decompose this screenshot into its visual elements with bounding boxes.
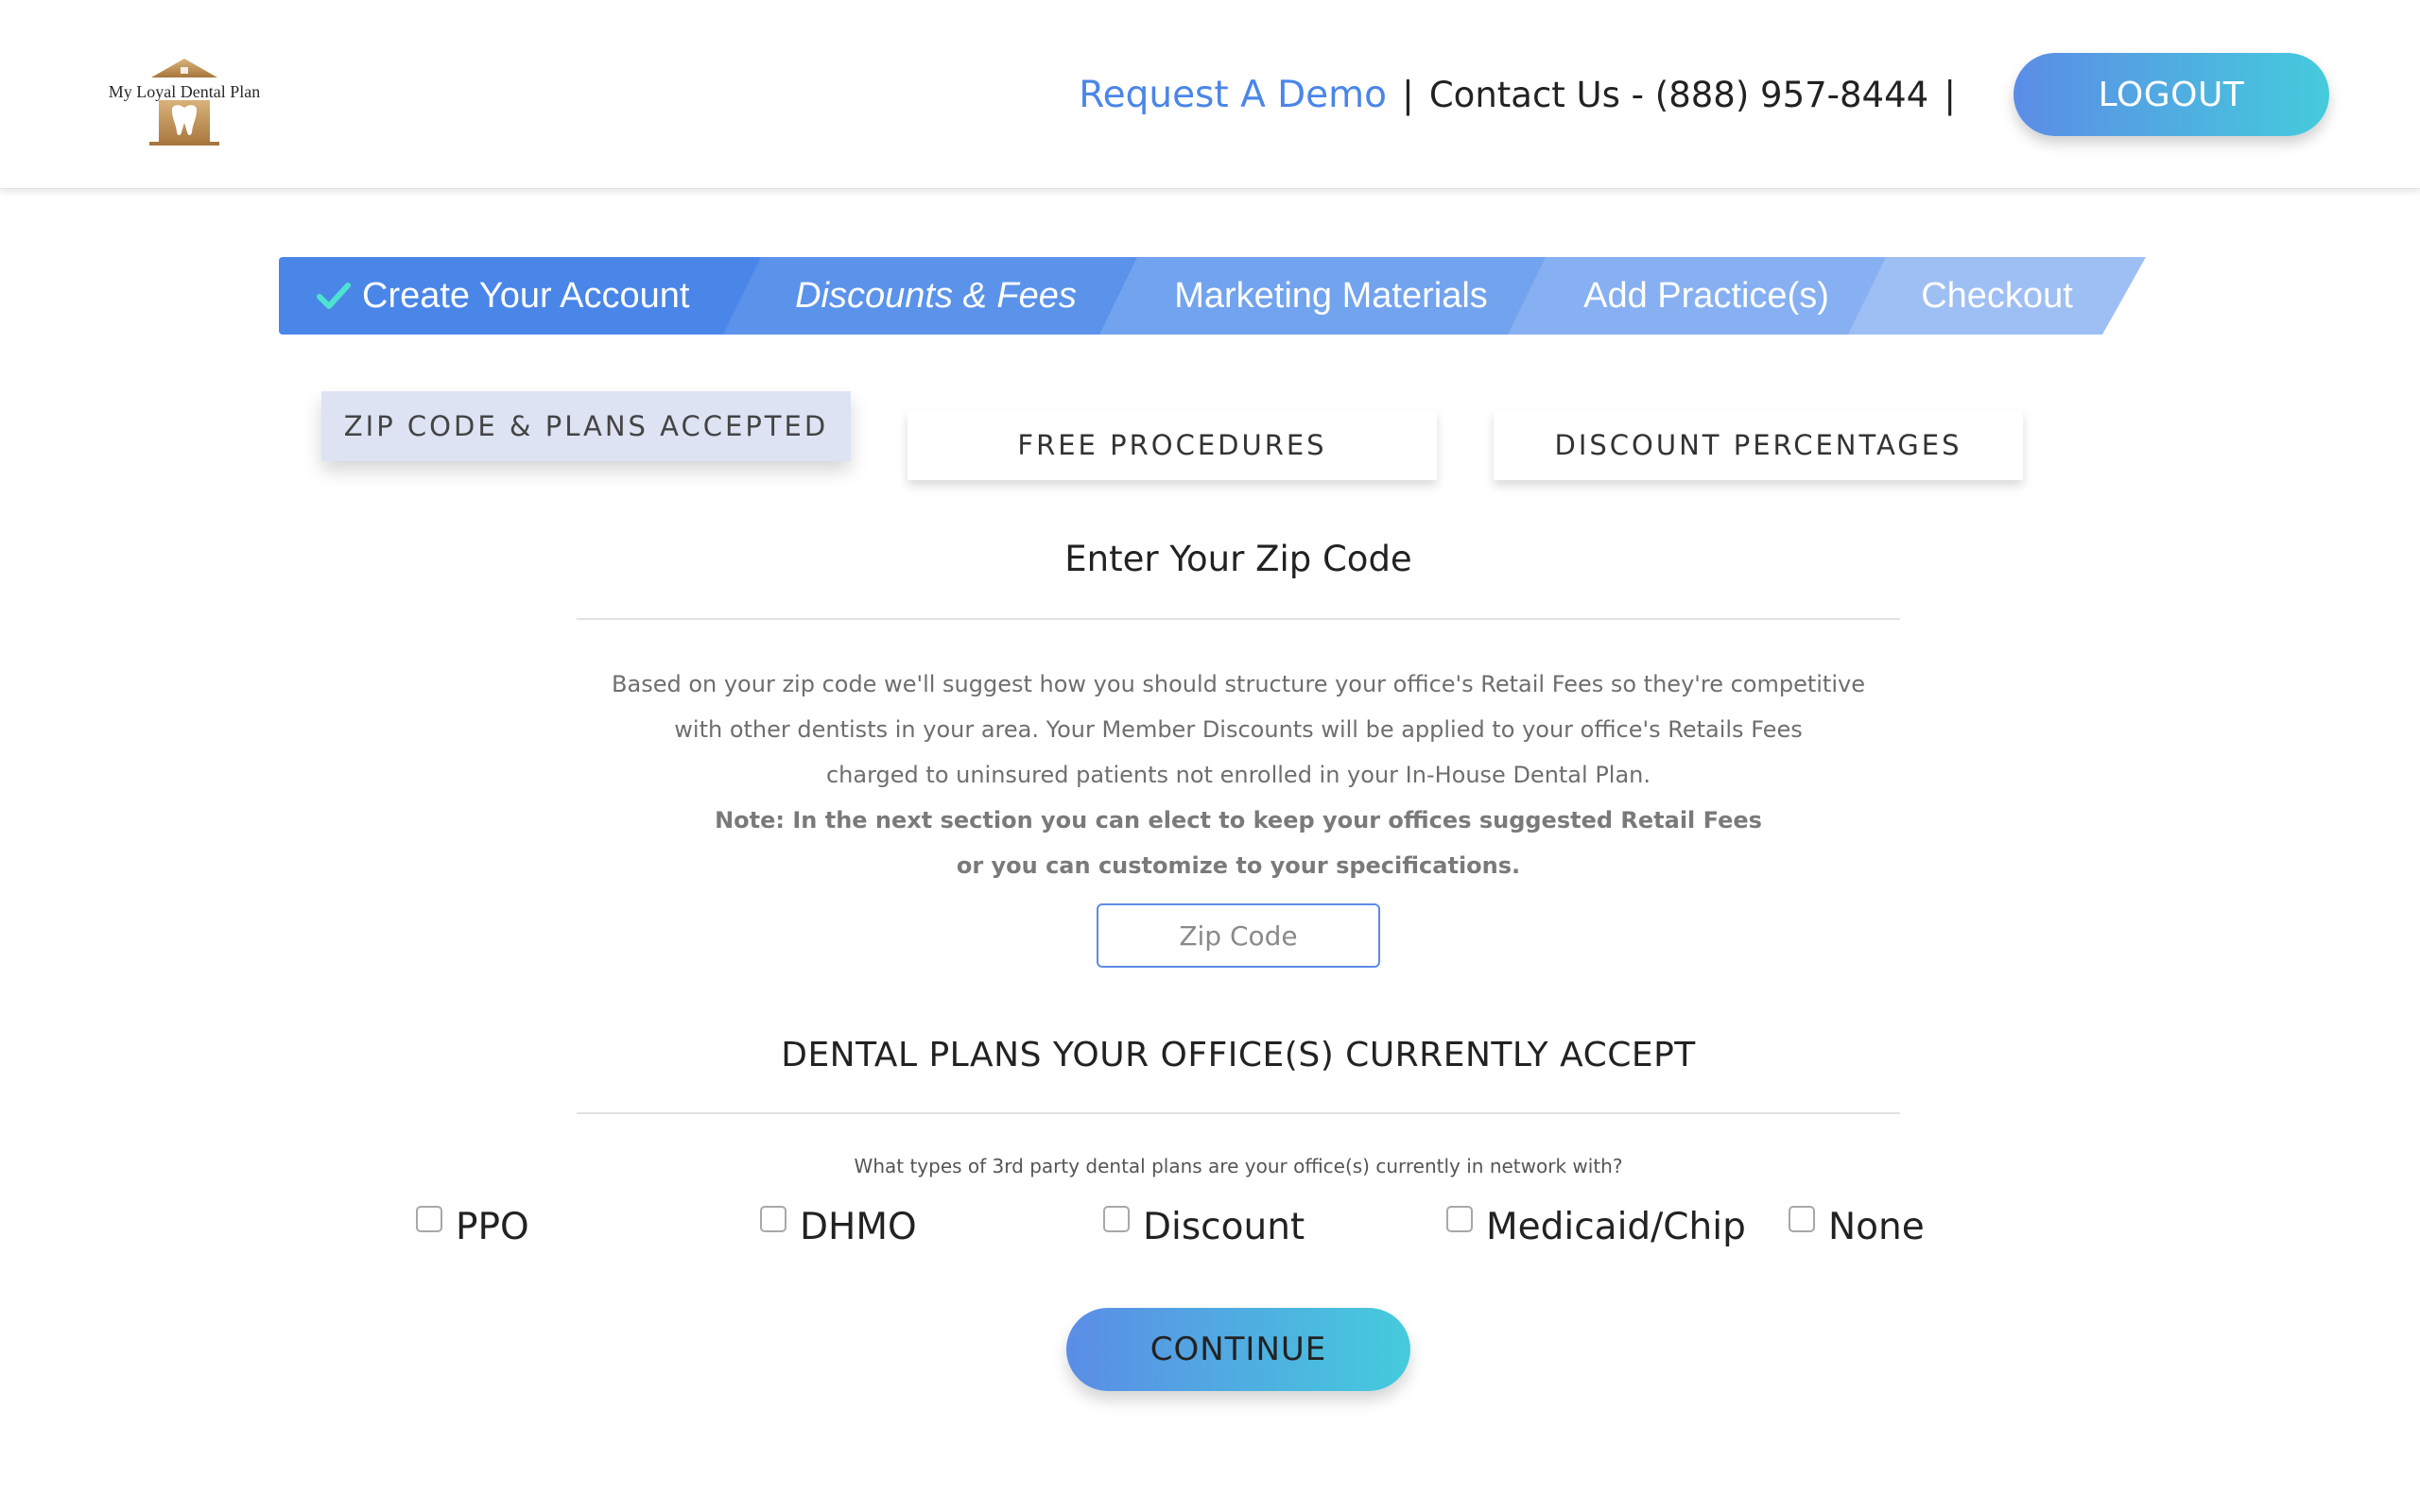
nav-separator: | [1402, 74, 1414, 115]
logo-text: My Loyal Dental Plan [108, 82, 261, 101]
plan-label: None [1828, 1206, 1925, 1248]
logout-button[interactable]: LOGOUT [2014, 53, 2329, 136]
plans-question: What types of 3rd party dental plans are… [854, 1155, 1623, 1177]
medicaid-chip-checkbox[interactable] [1446, 1205, 1473, 1232]
zip-section-title: Enter Your Zip Code [1064, 539, 1412, 579]
tab-free-procedures[interactable]: FREE PROCEDURES [908, 410, 1437, 480]
discount-checkbox[interactable] [1103, 1205, 1130, 1232]
note-line: Note: In the next section you can elect … [715, 807, 1762, 833]
step-checkout[interactable]: Checkout [1848, 257, 2146, 335]
house-tooth-logo-icon [149, 59, 219, 146]
plans-section-title: DENTAL PLANS YOUR OFFICE(S) CURRENTLY AC… [781, 1036, 1696, 1074]
note-line: or you can customize to your specificati… [956, 852, 1521, 879]
step-discounts-fees[interactable]: Discounts & Fees [723, 257, 1149, 335]
tab-discount-percentages[interactable]: DISCOUNT PERCENTAGES [1494, 410, 2023, 480]
plan-option-medicaid-chip[interactable]: Medicaid/Chip [1446, 1205, 1746, 1248]
header-nav: Request A Demo | Contact Us - (888) 957-… [1079, 66, 1971, 123]
step-marketing-materials[interactable]: Marketing Materials [1099, 257, 1563, 335]
description-line: Based on your zip code we'll suggest how… [612, 671, 1865, 697]
plan-option-none[interactable]: None [1789, 1205, 1925, 1248]
contact-us-phone[interactable]: Contact Us - (888) 957-8444 [1429, 75, 1928, 115]
dhmo-checkbox[interactable] [760, 1205, 786, 1232]
plan-label: DHMO [800, 1206, 917, 1248]
section-divider [577, 618, 1900, 620]
plan-label: Medicaid/Chip [1486, 1206, 1746, 1248]
ppo-checkbox[interactable] [416, 1205, 442, 1232]
description-line: charged to uninsured patients not enroll… [825, 762, 1651, 788]
request-demo-link[interactable]: Request A Demo [1079, 74, 1387, 116]
step-label: Create Your Account [362, 275, 690, 316]
checkmark-icon [317, 282, 351, 310]
none-checkbox[interactable] [1789, 1205, 1815, 1232]
step-label: Add Practice(s) [1583, 275, 1829, 316]
top-header: My Loyal Dental Plan Request A Demo | Co… [0, 0, 2420, 189]
signup-progress-steps: Create Your Account Discounts & Fees Mar… [279, 257, 2146, 335]
plan-option-ppo[interactable]: PPO [416, 1205, 529, 1248]
step-label: Discounts & Fees [795, 275, 1077, 316]
plan-option-discount[interactable]: Discount [1103, 1205, 1305, 1248]
plan-label: PPO [456, 1206, 529, 1248]
continue-button[interactable]: CONTINUE [1066, 1308, 1410, 1391]
step-label: Checkout [1921, 275, 2073, 316]
plan-label: Discount [1143, 1206, 1305, 1248]
plan-option-dhmo[interactable]: DHMO [760, 1205, 917, 1248]
zip-code-input[interactable] [1097, 903, 1380, 968]
zip-description: Based on your zip code we'll suggest how… [577, 662, 1900, 888]
step-label: Marketing Materials [1174, 275, 1488, 316]
tab-zip-code-plans[interactable]: ZIP CODE & PLANS ACCEPTED [321, 391, 851, 461]
step-add-practices[interactable]: Add Practice(s) [1508, 257, 1905, 335]
brand-logo[interactable]: My Loyal Dental Plan [95, 57, 274, 151]
nav-separator: | [1944, 74, 1956, 115]
step-create-account[interactable]: Create Your Account [279, 257, 789, 335]
description-line: with other dentists in your area. Your M… [674, 716, 1803, 743]
section-divider [577, 1112, 1900, 1114]
